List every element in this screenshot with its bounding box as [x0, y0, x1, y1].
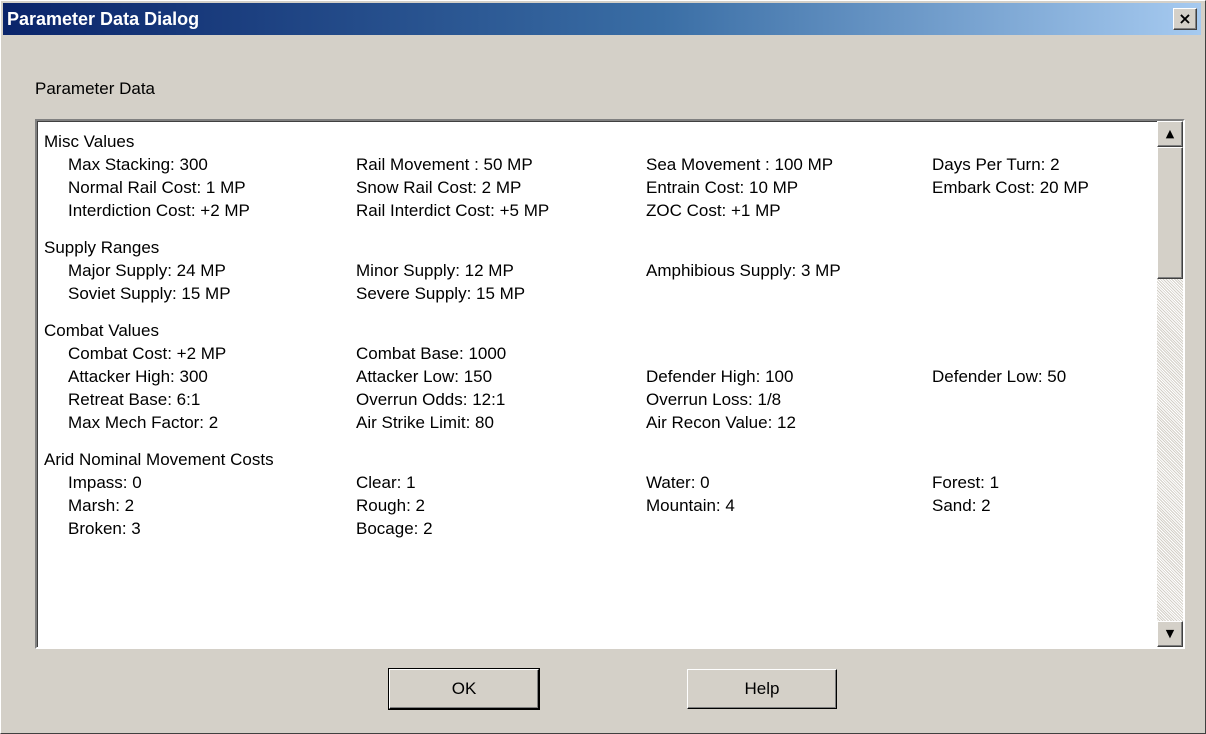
parameter-value: Air Strike Limit: 80 — [356, 413, 494, 432]
parameter-value: Max Stacking: 300 — [68, 155, 208, 174]
parameter-list[interactable]: Misc Values Max Stacking: 300 Rail Movemen… — [35, 119, 1185, 649]
arrow-up-icon: ▲ — [1165, 127, 1175, 140]
parameter-row: Major Supply: 24 MP Minor Supply: 12 MP Am… — [44, 259, 1144, 282]
parameter-row: Retreat Base: 6:1 Overrun Odds: 12:1 Overr… — [44, 388, 1144, 411]
close-button[interactable]: × — [1173, 8, 1197, 30]
parameter-value: Defender High: 100 — [646, 367, 794, 386]
parameter-value: Amphibious Supply: 3 MP — [646, 261, 841, 280]
section-title: Combat Values — [44, 321, 159, 340]
parameter-value: ZOC Cost: +1 MP — [646, 201, 781, 220]
arrow-down-icon: ▼ — [1165, 627, 1175, 640]
parameter-value: Forest: 1 — [932, 473, 1000, 492]
parameter-value: Severe Supply: 15 MP — [356, 284, 526, 303]
parameter-data-dialog: Parameter Data Dialog × Parameter Data M… — [0, 0, 1206, 734]
scroll-up-button[interactable]: ▲ — [1157, 121, 1183, 147]
parameter-value: Mountain: 4 — [646, 496, 735, 515]
parameter-row: Soviet Supply: 15 MP Severe Supply: 15 MP — [44, 282, 1144, 305]
group-label: Parameter Data — [35, 79, 155, 98]
parameter-value: Combat Cost: +2 MP — [68, 344, 227, 363]
parameter-row: Interdiction Cost: +2 MP Rail Interdict C… — [44, 199, 1144, 222]
parameter-row: Attacker High: 300 Attacker Low: 150 Defen… — [44, 365, 1144, 388]
parameter-value: Interdiction Cost: +2 MP — [68, 201, 250, 220]
parameter-value: Rough: 2 — [356, 496, 425, 515]
parameter-value: Clear: 1 — [356, 473, 416, 492]
parameter-row: Combat Cost: +2 MP Combat Base: 1000 — [44, 342, 1144, 365]
parameter-value: Impass: 0 — [68, 473, 142, 492]
parameter-value: Defender Low: 50 — [932, 367, 1067, 386]
parameter-list-content: Misc Values Max Stacking: 300 Rail Movemen… — [44, 130, 1144, 540]
ok-button[interactable]: OK — [388, 668, 540, 710]
parameter-value: Overrun Loss: 1/8 — [646, 390, 782, 409]
dialog-title: Parameter Data Dialog — [7, 9, 200, 29]
section-title: Supply Ranges — [44, 238, 160, 257]
parameter-value: Overrun Odds: 12:1 — [356, 390, 506, 409]
parameter-value: Entrain Cost: 10 MP — [646, 178, 799, 197]
scroll-thumb[interactable] — [1157, 147, 1183, 279]
parameter-row: Marsh: 2 Rough: 2 Mountain: 4 Sand: 2 — [44, 494, 1144, 517]
parameter-row: Max Stacking: 300 Rail Movement : 50 MP Se… — [44, 153, 1144, 176]
parameter-value: Broken: 3 — [68, 519, 141, 538]
section-title: Arid Nominal Movement Costs — [44, 450, 274, 469]
parameter-row: Normal Rail Cost: 1 MP Snow Rail Cost: 2 … — [44, 176, 1144, 199]
close-icon: × — [1178, 9, 1192, 28]
scroll-down-button[interactable]: ▼ — [1157, 621, 1183, 647]
parameter-value: Air Recon Value: 12 — [646, 413, 796, 432]
parameter-row: Broken: 3 Bocage: 2 — [44, 517, 1144, 540]
parameter-value: Minor Supply: 12 MP — [356, 261, 514, 280]
parameter-value: Max Mech Factor: 2 — [68, 413, 219, 432]
section-title: Misc Values — [44, 132, 135, 151]
parameter-value: Sea Movement : 100 MP — [646, 155, 834, 174]
parameter-row: Impass: 0 Clear: 1 Water: 0 Forest: 1 — [44, 471, 1144, 494]
parameter-value: Rail Interdict Cost: +5 MP — [356, 201, 550, 220]
parameter-value: Days Per Turn: 2 — [932, 155, 1060, 174]
parameter-value: Marsh: 2 — [68, 496, 135, 515]
parameter-value: Water: 0 — [646, 473, 710, 492]
parameter-row: Max Mech Factor: 2 Air Strike Limit: 80 Ai… — [44, 411, 1144, 434]
vertical-scrollbar[interactable]: ▲ ▼ — [1157, 121, 1183, 647]
title-bar[interactable]: Parameter Data Dialog × — [3, 3, 1201, 35]
parameter-value: Attacker High: 300 — [68, 367, 208, 386]
parameter-value: Snow Rail Cost: 2 MP — [356, 178, 522, 197]
parameter-value: Sand: 2 — [932, 496, 991, 515]
help-button[interactable]: Help — [687, 669, 837, 709]
parameter-value: Combat Base: 1000 — [356, 344, 507, 363]
parameter-value: Soviet Supply: 15 MP — [68, 284, 231, 303]
parameter-value: Major Supply: 24 MP — [68, 261, 226, 280]
parameter-value: Normal Rail Cost: 1 MP — [68, 178, 246, 197]
parameter-value: Rail Movement : 50 MP — [356, 155, 533, 174]
parameter-value: Attacker Low: 150 — [356, 367, 493, 386]
parameter-value: Retreat Base: 6:1 — [68, 390, 201, 409]
parameter-value: Embark Cost: 20 MP — [932, 178, 1089, 197]
parameter-value: Bocage: 2 — [356, 519, 433, 538]
